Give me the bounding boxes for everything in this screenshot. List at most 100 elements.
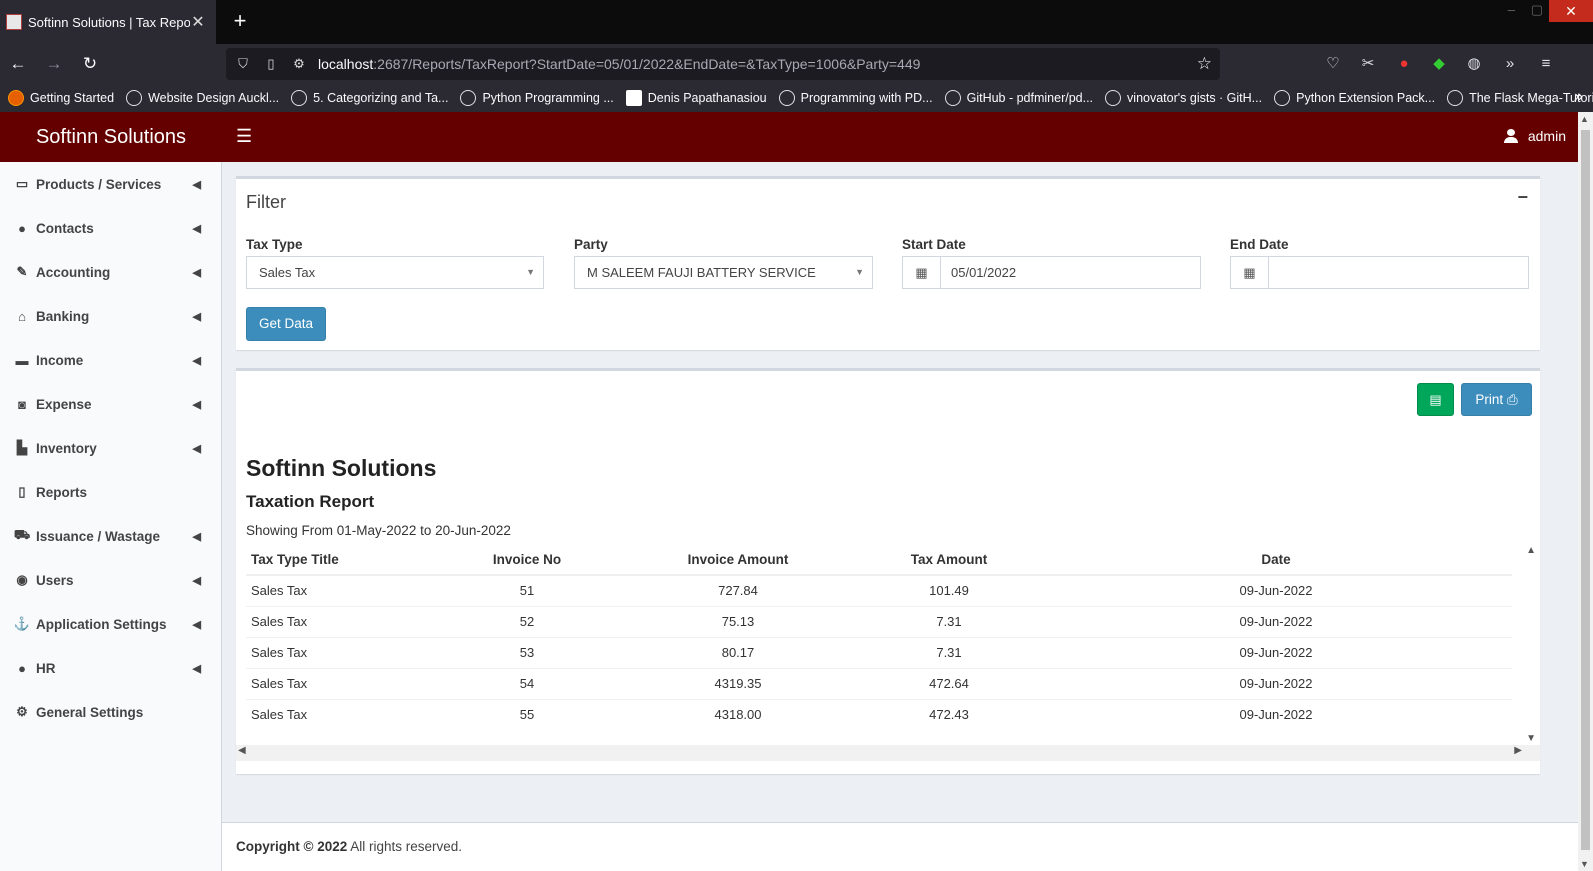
horizontal-scrollbar[interactable]: ◀ ▶ [236, 745, 1540, 761]
menu-icon[interactable]: ≡ [1535, 53, 1557, 75]
print-button[interactable]: Print ⎙ [1461, 383, 1532, 416]
sidebar-item-label: Products / Services [36, 176, 162, 192]
extension-color-icon[interactable]: ◆ [1428, 53, 1450, 75]
screenshot-icon[interactable]: ✂ [1357, 53, 1379, 75]
address-bar[interactable]: ⛉ ▯ ⚙ localhost:2687/Reports/TaxReport?S… [226, 48, 1220, 80]
scroll-right-icon[interactable]: ▶ [1514, 745, 1522, 756]
bookmark-item[interactable]: Denis Papathanasiou [625, 90, 767, 106]
cell-date: 09-Jun-2022 [1040, 605, 1512, 637]
party-value: M SALEEM FAUJI BATTERY SERVICE [587, 265, 816, 280]
bookmark-item[interactable]: The Flask Mega-Tutori... [1447, 90, 1593, 106]
bookmark-label: Programming with PD... [800, 91, 933, 105]
sidebar-item-general-settings[interactable]: ⚙ General Settings [0, 690, 221, 734]
sidebar-item-products-services[interactable]: ▭ Products / Services ◀ [0, 162, 221, 206]
report-company: Softinn Solutions [246, 455, 437, 481]
chevron-left-icon: ◀ [192, 266, 201, 279]
bookmark-label: vinovator's gists · GitH... [1127, 91, 1263, 105]
scroll-down-icon[interactable]: ▼ [1580, 859, 1589, 869]
app-logo[interactable]: Softinn Solutions [0, 112, 222, 162]
sidebar-item-banking[interactable]: ⌂ Banking ◀ [0, 294, 221, 338]
cell-tax-type: Sales Tax [246, 636, 436, 668]
sidebar-item-income[interactable]: ▬ Income ◀ [0, 338, 221, 382]
collapse-icon[interactable]: − [1517, 187, 1528, 208]
sidebar-item-contacts[interactable]: ● Contacts ◀ [0, 206, 221, 250]
new-tab-icon[interactable]: + [230, 10, 250, 32]
close-tab-icon[interactable]: ✕ [190, 12, 206, 32]
start-date-value[interactable]: 05/01/2022 [941, 257, 1200, 288]
cell-date: 09-Jun-2022 [1040, 698, 1512, 730]
scroll-left-icon[interactable]: ◀ [238, 745, 246, 756]
bookmark-item[interactable]: vinovator's gists · GitH... [1105, 90, 1262, 106]
sidebar-item-expense[interactable]: ◙ Expense ◀ [0, 382, 221, 426]
cell-tax-amount: 101.49 [858, 574, 1040, 606]
extension-red-icon[interactable]: ● [1393, 53, 1415, 75]
scroll-down-icon[interactable]: ▼ [1526, 733, 1536, 744]
more-bookmarks-icon[interactable]: » [1574, 88, 1583, 106]
sidebar-item-accounting[interactable]: ✎ Accounting ◀ [0, 250, 221, 294]
tax-type-select[interactable]: Sales Tax ▼ [246, 256, 544, 289]
end-date-value[interactable] [1269, 257, 1528, 288]
scroll-up-icon[interactable]: ▲ [1580, 114, 1589, 124]
party-select[interactable]: M SALEEM FAUJI BATTERY SERVICE ▼ [574, 256, 873, 289]
bookmark-item[interactable]: Getting Started [8, 90, 114, 106]
party-label: Party [574, 237, 608, 252]
bookmark-item[interactable]: Programming with PD... [778, 90, 933, 106]
sidebar-item-hr[interactable]: ● HR ◀ [0, 646, 221, 690]
end-date-field[interactable]: ▦ [1230, 256, 1529, 289]
table-header-row: Tax Type Title Invoice No Invoice Amount… [246, 545, 1512, 576]
tax-type-label: Tax Type [246, 237, 303, 252]
bookmark-item[interactable]: 5. Categorizing and Ta... [291, 90, 448, 106]
print-label: Print [1475, 392, 1504, 407]
sidebar-toggle-icon[interactable]: ☰ [236, 126, 252, 146]
cell-invoice-amount: 4319.35 [618, 667, 858, 699]
sidebar-item-application-settings[interactable]: ⚓ Application Settings ◀ [0, 602, 221, 646]
bookmark-star-icon[interactable]: ☆ [1197, 54, 1212, 74]
boxes-icon: ▙ [17, 440, 27, 455]
copyright-text: Copyright © 2022 [236, 839, 348, 854]
user-menu[interactable]: admin [1503, 128, 1566, 144]
globe-icon[interactable]: ◍ [1463, 53, 1485, 75]
page-icon[interactable]: ▯ [260, 56, 282, 72]
more-tools-icon[interactable]: » [1499, 53, 1521, 75]
bookmark-item[interactable]: Website Design Auckl... [126, 90, 279, 106]
sidebar-item-users[interactable]: ◉ Users ◀ [0, 558, 221, 602]
page-scrollbar[interactable]: ▲ ▼ [1578, 112, 1593, 871]
table-row: Sales Tax 51 727.84 101.49 09-Jun-2022 [246, 574, 1512, 606]
permissions-icon[interactable]: ⚙ [288, 56, 310, 72]
bookmark-item[interactable]: Python Programming ... [460, 90, 614, 106]
report-table-container[interactable]: Tax Type Title Invoice No Invoice Amount… [236, 545, 1540, 761]
rights-text: All rights reserved. [347, 839, 463, 854]
reload-icon[interactable]: ↻ [78, 52, 102, 76]
cell-tax-type: Sales Tax [246, 605, 436, 637]
tab-title: Softinn Solutions | Tax Report [28, 14, 190, 30]
minimize-icon[interactable]: – [1508, 2, 1515, 17]
sidebar-item-label: Income [36, 352, 84, 368]
globe-icon [1447, 90, 1464, 106]
bookmark-item[interactable]: GitHub - pdfminer/pd... [944, 90, 1093, 106]
sidebar-item-inventory[interactable]: ▙ Inventory ◀ [0, 426, 221, 470]
bookmarks-bar: Getting Started Website Design Auckl... … [0, 84, 1593, 112]
sidebar-item-reports[interactable]: ▯ Reports [0, 470, 221, 514]
browser-tab[interactable]: Softinn Solutions | Tax Report ✕ [0, 0, 216, 44]
get-data-button[interactable]: Get Data [246, 307, 327, 341]
start-date-field[interactable]: ▦ 05/01/2022 [902, 256, 1201, 289]
calendar-icon[interactable]: ▦ [903, 257, 941, 288]
bookmark-item[interactable]: Python Extension Pack... [1274, 90, 1435, 106]
bookmark-label: Denis Papathanasiou [647, 91, 767, 105]
maximize-icon[interactable]: ▢ [1531, 2, 1543, 18]
calendar-icon[interactable]: ▦ [1231, 257, 1269, 288]
url-text[interactable]: localhost:2687/Reports/TaxReport?StartDa… [318, 56, 920, 72]
back-icon[interactable]: ← [6, 52, 30, 76]
chevron-left-icon: ◀ [192, 222, 201, 235]
sidebar-item-issuance-wastage[interactable]: ⛟ Issuance / Wastage ◀ [0, 514, 221, 558]
laptop-icon: ▭ [15, 176, 29, 191]
cell-date: 09-Jun-2022 [1040, 636, 1512, 668]
forward-icon[interactable]: → [42, 52, 66, 76]
cell-invoice-no: 51 [436, 574, 618, 606]
pocket-icon[interactable]: ♡ [1322, 53, 1344, 75]
scroll-up-icon[interactable]: ▲ [1526, 545, 1536, 556]
scrollbar-thumb[interactable] [1581, 130, 1590, 850]
shield-icon[interactable]: ⛉ [232, 56, 254, 72]
window-close-icon[interactable]: ✕ [1549, 0, 1593, 22]
export-excel-button[interactable]: ▤ [1417, 383, 1454, 416]
